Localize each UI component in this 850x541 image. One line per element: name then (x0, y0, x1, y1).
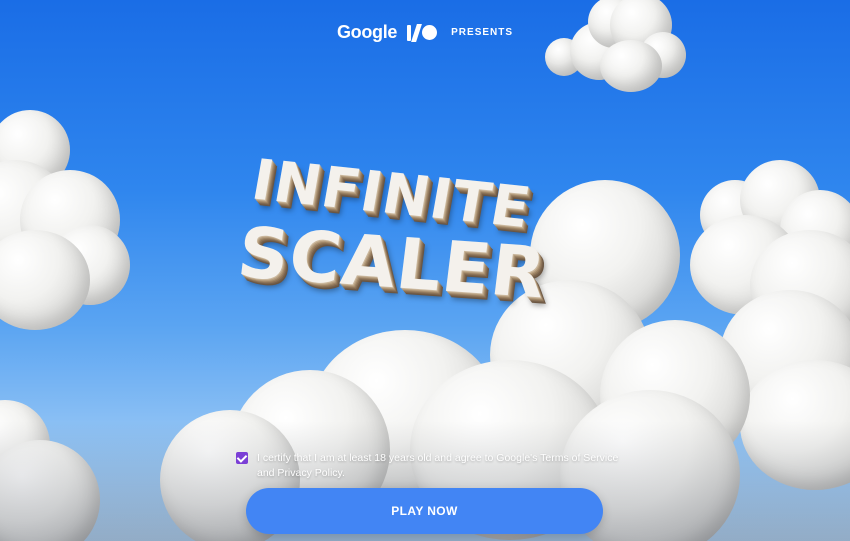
presents-label: PRESENTS (451, 27, 514, 38)
consent-text: I certify that I am at least 18 years ol… (257, 452, 619, 479)
header: Google PRESENTS (0, 22, 850, 43)
top-right-cloud (540, 0, 690, 100)
game-landing-screen: Google PRESENTS INFINITE SCALER I certif… (0, 0, 850, 541)
consent-checkbox[interactable] (236, 452, 248, 464)
left-cloud (0, 110, 140, 340)
game-title: INFINITE SCALER (230, 148, 610, 330)
google-io-logo-icon (407, 23, 438, 42)
google-wordmark: Google (336, 22, 398, 42)
play-now-button[interactable]: PLAY NOW (246, 488, 603, 534)
age-consent: I certify that I am at least 18 years ol… (236, 451, 626, 481)
